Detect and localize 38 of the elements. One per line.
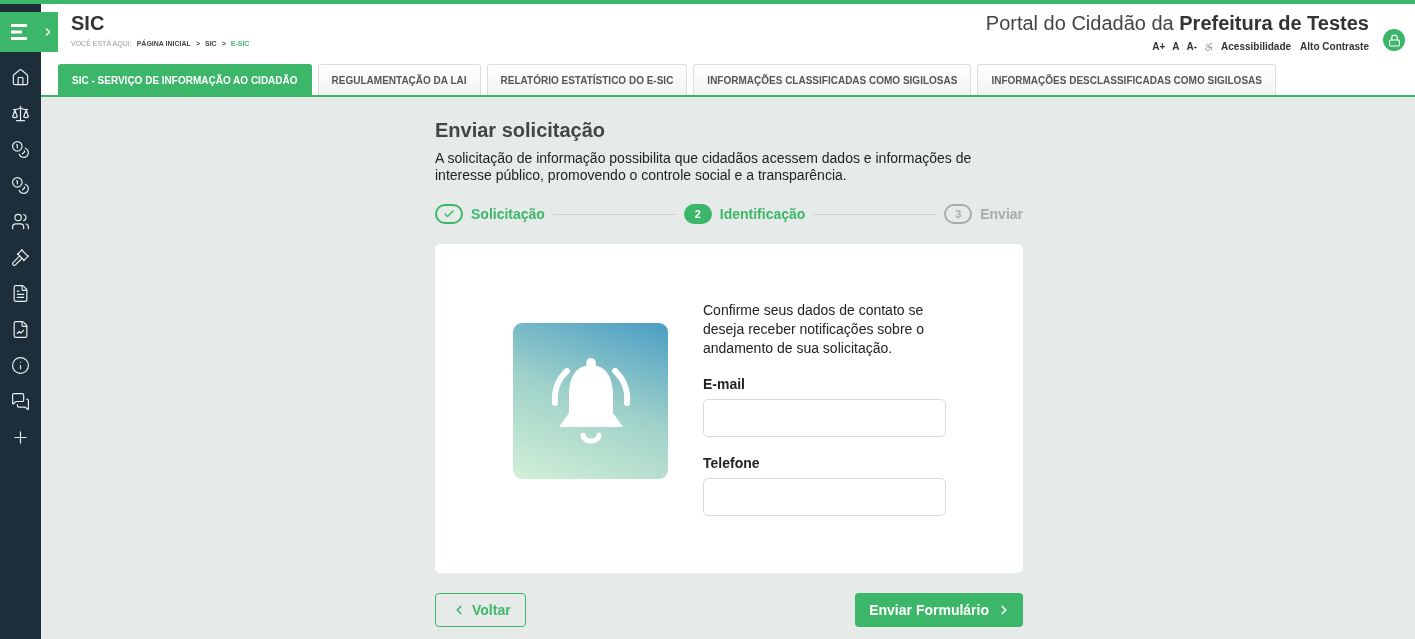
contrast-link[interactable]: Alto Contraste: [1300, 41, 1369, 52]
field-label: E-mail: [703, 376, 746, 392]
menu-button[interactable]: [0, 12, 58, 52]
lock-button[interactable]: [1383, 29, 1405, 51]
section-description: A solicitação de informação possibilita que cidadãos acessem dados e informações de interesse público, promovendo o controle social e a transparência.: [435, 150, 973, 184]
coins-icon[interactable]: [11, 140, 30, 159]
document-icon[interactable]: [11, 284, 30, 303]
plus-icon[interactable]: [11, 428, 30, 447]
accessibility-icon: [1204, 41, 1215, 52]
step-number: 3: [944, 204, 973, 224]
scales-icon[interactable]: [11, 104, 30, 123]
step-label: Enviar: [980, 206, 1023, 222]
font-size-link[interactable]: A: [1172, 41, 1180, 52]
lock-icon: [1387, 33, 1401, 47]
step-label: Identificação: [719, 206, 806, 222]
chart-document-icon[interactable]: [11, 320, 30, 339]
input-field[interactable]: [703, 478, 946, 516]
nav-tab[interactable]: INFORMAÇÕES DESCLASSIFICADAS COMO SIGILOSAS: [977, 64, 1276, 95]
step-number: 2: [683, 204, 712, 224]
gavel-icon[interactable]: [11, 248, 30, 267]
info-icon[interactable]: [11, 356, 30, 375]
portal-title: Portal do Cidadão da Prefeitura de Testes: [985, 12, 1369, 35]
people-icon[interactable]: [11, 212, 30, 231]
section-title: Enviar solicitação: [435, 119, 607, 142]
nav-tab[interactable]: REGULAMENTAÇÃO DA LAI: [317, 64, 481, 95]
step-label: Solicitação: [471, 206, 545, 222]
font-size-link[interactable]: A-: [1186, 41, 1198, 52]
page-title: SIC: [71, 12, 106, 35]
field-label: Telefone: [703, 455, 761, 471]
nav-tab[interactable]: RELATÓRIO ESTATÍSTICO DO E-SIC: [486, 64, 688, 95]
coins-icon[interactable]: [11, 176, 30, 195]
nav-tab[interactable]: INFORMAÇÕES CLASSIFICADAS COMO SIGILOSAS: [693, 64, 972, 95]
input-field[interactable]: [703, 399, 946, 437]
house-icon[interactable]: [11, 68, 30, 87]
accessibility-link[interactable]: Acessibilidade: [1221, 41, 1292, 52]
font-size-link[interactable]: A+: [1152, 41, 1166, 52]
chat-icon[interactable]: [11, 392, 30, 411]
form-intro: Confirme seus dados de contato se deseja receber notificações sobre o andamento de sua solicitação.: [703, 301, 926, 358]
